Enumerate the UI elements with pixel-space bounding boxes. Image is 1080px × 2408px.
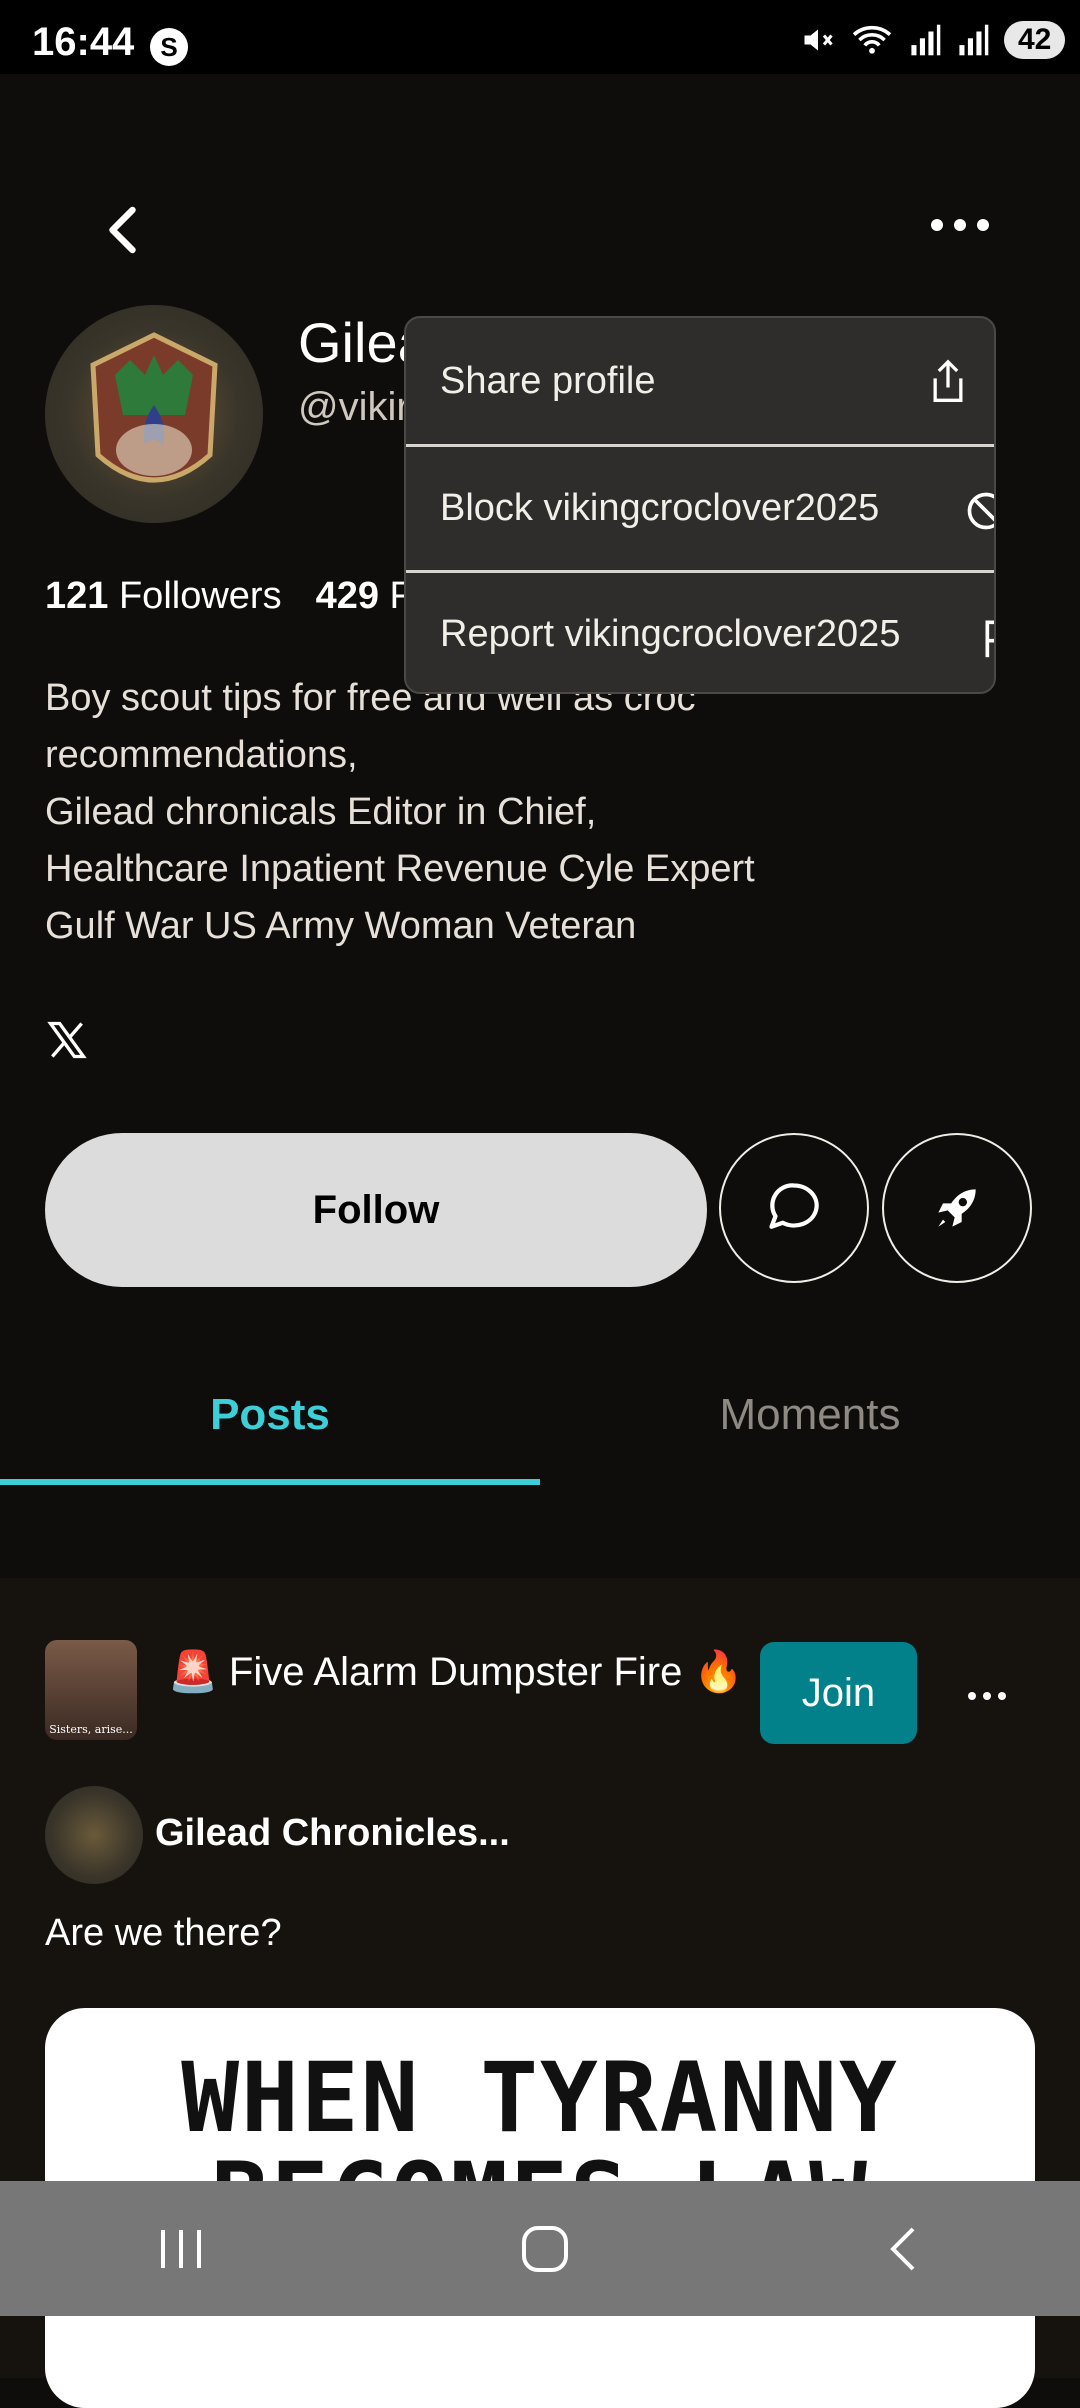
signal-icon-2 bbox=[959, 24, 989, 56]
battery-level: 42 bbox=[1004, 21, 1066, 59]
post-text: Are we there? bbox=[45, 1912, 282, 1954]
status-time: 16:44 bbox=[32, 20, 135, 64]
menu-item-share-profile[interactable]: Share profile bbox=[406, 318, 994, 444]
profile-stats: 121 Followers 429 F bbox=[45, 575, 413, 618]
app-badge-icon: S bbox=[150, 28, 188, 66]
chat-bubble-icon bbox=[769, 1183, 819, 1229]
system-nav-bar bbox=[0, 2181, 1080, 2316]
status-bar: 16:44 S 42 bbox=[0, 0, 1080, 74]
group-thumbnail[interactable]: Sisters, arise... bbox=[45, 1640, 137, 1740]
bio-line: Healthcare Inpatient Revenue Cyle Expert bbox=[45, 848, 755, 890]
join-button[interactable]: Join bbox=[760, 1642, 917, 1744]
report-icon bbox=[985, 620, 994, 658]
mute-icon bbox=[804, 29, 833, 51]
recent-apps-icon[interactable] bbox=[157, 2226, 207, 2272]
boost-button[interactable] bbox=[882, 1133, 1032, 1283]
post-author-avatar[interactable] bbox=[45, 1786, 143, 1884]
followers-stat[interactable]: 121 Followers bbox=[45, 575, 282, 618]
signal-icon bbox=[911, 24, 941, 56]
tab-posts[interactable]: Posts bbox=[0, 1390, 540, 1440]
home-icon[interactable] bbox=[520, 2224, 570, 2274]
profile-options-menu: Share profile Block vikingcroclover2025 … bbox=[404, 316, 996, 694]
tab-moments[interactable]: Moments bbox=[540, 1390, 1080, 1440]
insignia-icon bbox=[90, 332, 218, 483]
share-icon bbox=[933, 359, 963, 402]
wifi-icon bbox=[852, 25, 892, 54]
group-thumb-caption: Sisters, arise... bbox=[49, 1723, 133, 1736]
profile-handle: @vikir bbox=[298, 385, 410, 429]
bio-line: Gulf War US Army Woman Veteran bbox=[45, 905, 637, 947]
menu-item-label: Share profile bbox=[440, 359, 656, 402]
profile-avatar[interactable] bbox=[45, 305, 263, 523]
following-stat[interactable]: 429 F bbox=[316, 575, 413, 618]
bio-line: Gilead chronicals Editor in Chief, bbox=[45, 791, 597, 833]
x-logo-icon[interactable] bbox=[45, 1018, 89, 1062]
status-icons: 42 bbox=[800, 20, 1066, 60]
follow-button[interactable]: Follow bbox=[45, 1133, 707, 1287]
block-icon bbox=[967, 492, 994, 530]
following-count: 429 bbox=[315, 575, 379, 617]
rocket-icon bbox=[938, 1189, 976, 1227]
group-title[interactable]: 🚨 Five Alarm Dumpster Fire 🔥 bbox=[168, 1648, 743, 1695]
menu-item-label: Block vikingcroclover2025 bbox=[440, 487, 880, 529]
menu-item-block[interactable]: Block vikingcroclover2025 bbox=[406, 444, 994, 570]
post-author-name[interactable]: Gilead Chronicles... bbox=[155, 1812, 510, 1855]
back-nav-icon[interactable] bbox=[883, 2224, 923, 2274]
menu-item-label: Report vikingcroclover2025 bbox=[440, 613, 901, 655]
more-options-icon[interactable] bbox=[925, 200, 995, 250]
message-button[interactable] bbox=[719, 1133, 869, 1283]
active-tab-indicator bbox=[0, 1479, 540, 1485]
menu-item-report[interactable]: Report vikingcroclover2025 bbox=[406, 570, 994, 692]
back-arrow-icon[interactable] bbox=[95, 200, 155, 260]
post-more-icon[interactable] bbox=[965, 1676, 1009, 1716]
followers-label: Followers bbox=[118, 575, 282, 617]
profile-bio: Boy scout tips for free and well as croc… bbox=[45, 670, 1005, 955]
bio-line: recommendations, bbox=[45, 734, 358, 776]
followers-count: 121 bbox=[45, 575, 109, 617]
